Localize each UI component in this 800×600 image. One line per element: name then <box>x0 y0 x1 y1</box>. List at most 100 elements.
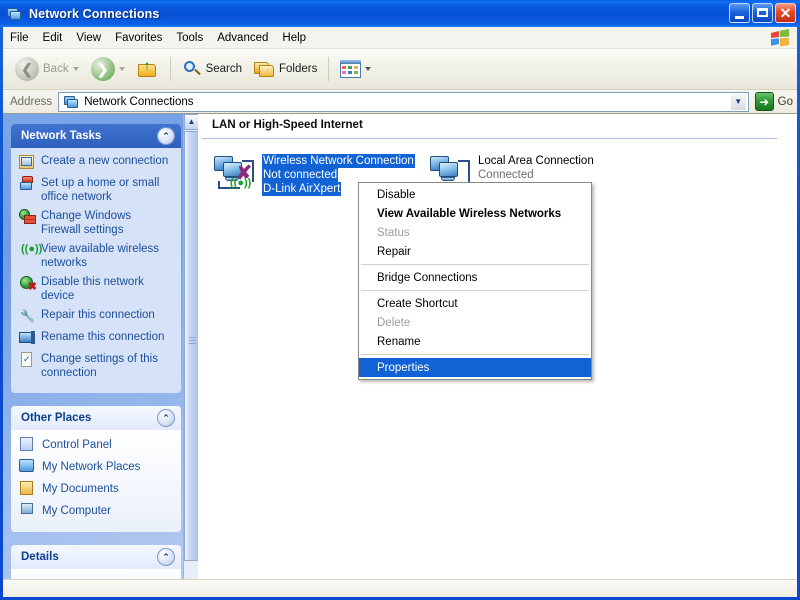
settings-icon: ✓ <box>19 352 36 369</box>
panel-title: Network Tasks <box>21 130 101 142</box>
back-label: Back <box>43 63 69 75</box>
context-menu-item-disable[interactable]: Disable <box>359 185 591 204</box>
task-label: Change Windows Firewall settings <box>41 209 173 237</box>
network-connections-window: Network Connections ✕ File Edit View Fav… <box>0 0 800 600</box>
folders-button[interactable]: Folders <box>248 53 323 85</box>
task-disable-network-device[interactable]: ✖ Disable this network device <box>19 275 173 303</box>
connection-name: Wireless Network Connection <box>262 154 415 168</box>
repair-icon: 🔧 <box>19 308 36 325</box>
task-label: Disable this network device <box>41 275 173 303</box>
menu-item-favorites[interactable]: Favorites <box>108 30 169 46</box>
task-create-new-connection[interactable]: Create a new connection <box>19 154 173 171</box>
chevron-down-icon[interactable] <box>119 67 125 71</box>
menu-item-tools[interactable]: Tools <box>169 30 210 46</box>
go-button[interactable]: ➜ Go <box>755 92 793 111</box>
group-divider <box>202 138 777 139</box>
disable-device-icon: ✖ <box>19 275 36 292</box>
status-bar <box>3 579 797 597</box>
task-setup-home-network[interactable]: Set up a home or small office network <box>19 176 173 204</box>
context-menu[interactable]: Disable View Available Wireless Networks… <box>358 182 592 380</box>
folder-up-icon: ↑ <box>137 59 159 79</box>
panel-details-header[interactable]: Details ⌃ <box>11 545 181 569</box>
search-button[interactable]: Search <box>176 53 248 85</box>
context-menu-item-status: Status <box>359 223 591 242</box>
title-bar[interactable]: Network Connections ✕ <box>0 0 800 27</box>
scrollbar-grip-icon <box>189 337 196 344</box>
place-my-computer[interactable]: My Computer <box>19 502 173 519</box>
connection-status: Connected <box>478 169 534 181</box>
connection-status: Not connected <box>262 168 338 182</box>
chevron-up-icon[interactable]: ⌃ <box>157 127 175 145</box>
toolbar-separator <box>170 57 171 81</box>
window-title: Network Connections <box>29 7 159 21</box>
arrow-left-icon: ❮ <box>15 57 39 81</box>
home-network-icon <box>19 176 36 193</box>
window-controls: ✕ <box>729 3 796 23</box>
task-change-connection-settings[interactable]: ✓ Change settings of this connection <box>19 352 173 380</box>
network-connections-icon <box>63 94 79 109</box>
task-label: Set up a home or small office network <box>41 176 173 204</box>
place-control-panel[interactable]: Control Panel <box>19 436 173 453</box>
group-header-lan: LAN or High-Speed Internet <box>212 119 363 131</box>
place-label: My Computer <box>42 505 111 517</box>
task-rename-connection[interactable]: Rename this connection <box>19 330 173 347</box>
task-change-firewall-settings[interactable]: Change Windows Firewall settings <box>19 209 173 237</box>
task-pane: Network Tasks ⌃ Create a new connection <box>3 114 198 597</box>
connection-device: D-Link AirXpert <box>262 182 341 196</box>
menu-item-advanced[interactable]: Advanced <box>210 30 275 46</box>
chevron-down-icon[interactable] <box>73 67 79 71</box>
chevron-up-icon[interactable]: ⌃ <box>157 409 175 427</box>
scrollbar-thumb[interactable] <box>184 131 198 561</box>
close-button[interactable]: ✕ <box>775 3 796 23</box>
close-icon: ✕ <box>776 4 795 22</box>
task-label: Rename this connection <box>41 330 164 344</box>
panel-title: Details <box>21 551 59 563</box>
place-label: My Documents <box>42 483 119 495</box>
minimize-button[interactable] <box>729 3 750 23</box>
menu-item-view[interactable]: View <box>69 30 108 46</box>
views-button[interactable] <box>334 53 377 85</box>
context-menu-item-delete: Delete <box>359 313 591 332</box>
chevron-down-icon: ▼ <box>734 98 742 106</box>
windows-flag-icon <box>769 28 791 47</box>
go-label: Go <box>778 96 793 108</box>
task-label: Create a new connection <box>41 154 168 168</box>
place-my-documents[interactable]: My Documents <box>19 480 173 497</box>
place-my-network-places[interactable]: My Network Places <box>19 458 173 475</box>
context-menu-item-view-available-wireless-networks[interactable]: View Available Wireless Networks <box>359 204 591 223</box>
back-button[interactable]: ❮ Back <box>9 53 85 85</box>
wireless-connection-disconnected-icon: ✘ ((●)) <box>212 152 256 192</box>
context-menu-item-properties[interactable]: Properties <box>359 358 591 377</box>
menu-bar: File Edit View Favorites Tools Advanced … <box>3 27 797 49</box>
chevron-up-icon[interactable]: ⌃ <box>157 548 175 566</box>
context-menu-item-rename[interactable]: Rename <box>359 332 591 351</box>
menu-item-help[interactable]: Help <box>275 30 313 46</box>
task-label: Change settings of this connection <box>41 352 173 380</box>
network-connections-icon <box>5 5 23 23</box>
sidebar-scrollbar[interactable]: ▲ ▼ <box>183 114 198 597</box>
toolbar-separator <box>328 57 329 81</box>
up-button[interactable]: ↑ <box>131 53 165 85</box>
forward-button[interactable]: ❯ <box>85 53 131 85</box>
search-label: Search <box>206 63 242 75</box>
menu-item-file[interactable]: File <box>3 30 36 46</box>
chevron-down-icon[interactable] <box>365 67 371 71</box>
magnifier-icon <box>182 59 202 79</box>
context-menu-item-bridge-connections[interactable]: Bridge Connections <box>359 268 591 287</box>
context-menu-item-repair[interactable]: Repair <box>359 242 591 261</box>
panel-network-tasks-header[interactable]: Network Tasks ⌃ <box>11 124 181 148</box>
chevron-up-icon: ▲ <box>188 118 196 126</box>
task-label: Repair this connection <box>41 308 155 322</box>
panel-other-places-header[interactable]: Other Places ⌃ <box>11 406 181 430</box>
task-view-available-wireless-networks[interactable]: ((●)) View available wireless networks <box>19 242 173 270</box>
control-panel-icon <box>19 436 36 453</box>
context-menu-item-create-shortcut[interactable]: Create Shortcut <box>359 294 591 313</box>
panel-network-tasks: Network Tasks ⌃ Create a new connection <box>11 124 181 393</box>
documents-icon <box>19 480 36 497</box>
maximize-button[interactable] <box>752 3 773 23</box>
address-dropdown-button[interactable]: ▼ <box>730 93 747 111</box>
menu-item-edit[interactable]: Edit <box>36 30 70 46</box>
scroll-up-button[interactable]: ▲ <box>184 114 198 130</box>
address-input[interactable]: Network Connections ▼ <box>58 92 748 112</box>
task-repair-connection[interactable]: 🔧 Repair this connection <box>19 308 173 325</box>
